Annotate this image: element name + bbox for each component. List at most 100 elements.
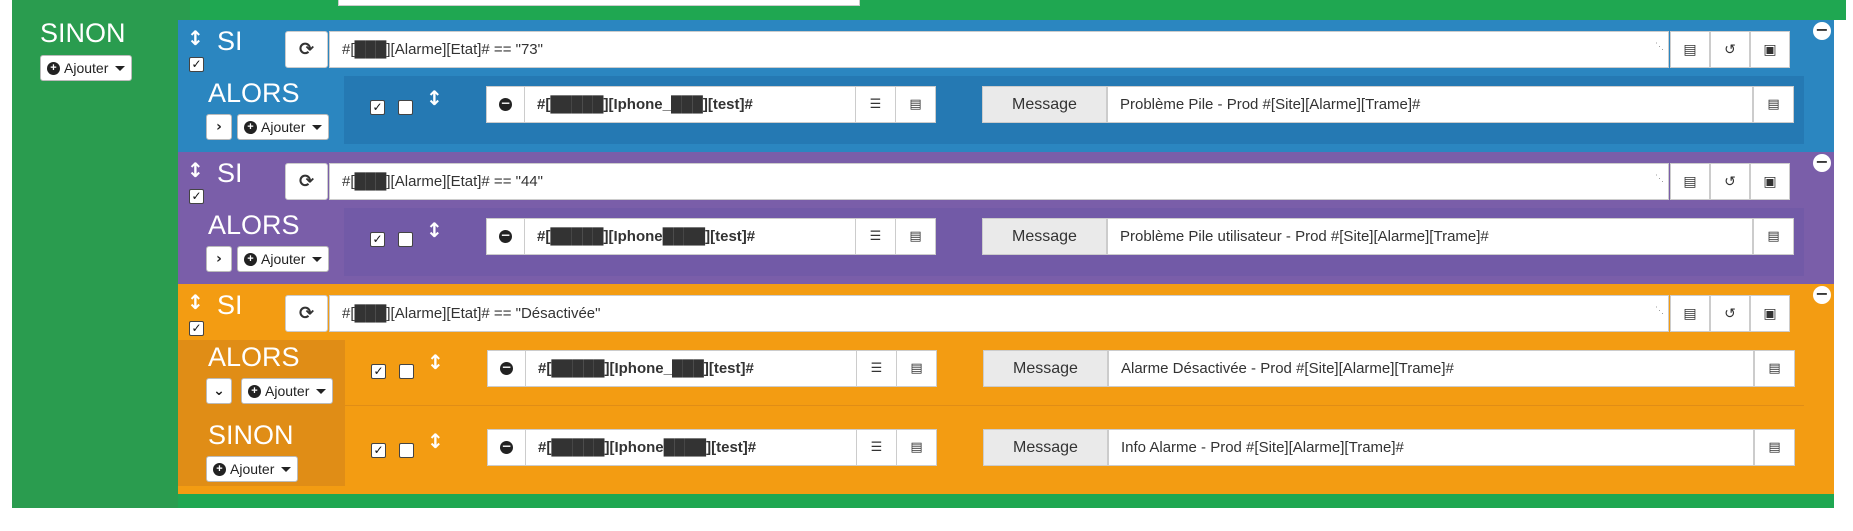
resize-grip-icon[interactable]: ⋱ xyxy=(1655,293,1664,328)
condition-enable-checkbox[interactable]: ✓ xyxy=(189,321,204,336)
minus-icon: − xyxy=(499,228,512,243)
command-field[interactable]: − #[█████][Iphone████][test]# ☰ ▤ xyxy=(487,429,937,466)
action-row: ✓ ↕ − #[█████][Iphone_███][test]# ☰ ▤ Me… xyxy=(344,76,1804,142)
refresh-button[interactable]: ⟳ xyxy=(285,295,328,332)
action-background-checkbox[interactable] xyxy=(399,443,414,458)
remove-action-button[interactable]: − xyxy=(488,351,526,386)
refresh-button[interactable]: ⟳ xyxy=(285,163,328,200)
plus-icon: + xyxy=(244,120,257,134)
list-icon[interactable]: ▤ xyxy=(896,430,936,465)
cube-icon[interactable]: ▣ xyxy=(1750,163,1790,200)
resize-grip-icon[interactable]: ⋱ xyxy=(1655,161,1664,196)
add-button[interactable]: + Ajouter xyxy=(237,114,330,140)
cube-icon[interactable]: ▣ xyxy=(1750,31,1790,68)
list-icon[interactable]: ▤ xyxy=(1753,218,1794,255)
history-icon[interactable]: ↺ xyxy=(1710,295,1750,332)
add-button[interactable]: + Ajouter xyxy=(237,246,330,272)
si-label: SI xyxy=(217,290,243,320)
remove-action-button[interactable]: − xyxy=(487,219,525,254)
action-enable-checkbox[interactable]: ✓ xyxy=(370,100,385,115)
resize-grip-icon[interactable]: ⋱ xyxy=(1655,29,1664,64)
action-row: ✓ ↕ − #[█████][Iphone████][test]# ☰ ▤ Me… xyxy=(345,419,1804,485)
action-enable-checkbox[interactable]: ✓ xyxy=(370,232,385,247)
bottom-strip xyxy=(178,494,1834,508)
alors-label: ALORS xyxy=(208,342,300,372)
minus-icon: − xyxy=(500,439,513,454)
list-icon[interactable]: ▤ xyxy=(896,351,936,386)
list-icon[interactable]: ▤ xyxy=(1753,86,1794,123)
caret-down-icon xyxy=(281,466,292,472)
config-icon[interactable]: ☰ xyxy=(856,351,896,386)
command-text: #[█████][Iphone████][test]# xyxy=(537,228,756,245)
add-label: Ajouter xyxy=(265,383,310,399)
condition-input[interactable]: #[███][Alarme][Etat]# == "73" ⋱ xyxy=(329,31,1669,68)
alors-sinon-actions: ✓ ↕ − #[█████][Iphone_███][test]# ☰ ▤ Me… xyxy=(344,340,1804,486)
move-icon[interactable]: ↕ xyxy=(187,26,204,50)
condition-enable-checkbox[interactable]: ✓ xyxy=(189,189,204,204)
command-text: #[█████][Iphone_███][test]# xyxy=(538,360,754,377)
command-field[interactable]: − #[█████][Iphone_███][test]# ☰ ▤ xyxy=(486,86,936,123)
alors-actions: ✓ ↕ − #[█████][Iphone████][test]# ☰ ▤ Me… xyxy=(344,208,1804,276)
sinon-label: SINON xyxy=(208,420,294,450)
config-icon[interactable]: ☰ xyxy=(856,430,896,465)
alors-label: ALORS xyxy=(208,78,300,108)
si-block: ↕ ✓ SI ⟳ #[███][Alarme][Etat]# == "Désac… xyxy=(178,284,1834,494)
message-input[interactable]: Problème Pile - Prod #[Site][Alarme][Tra… xyxy=(1107,86,1753,123)
add-button[interactable]: + Ajouter xyxy=(241,378,334,404)
list-icon[interactable]: ▤ xyxy=(1670,295,1710,332)
list-icon[interactable]: ▤ xyxy=(1670,163,1710,200)
condition-input[interactable]: #[███][Alarme][Etat]# == "Désactivée" ⋱ xyxy=(329,295,1669,332)
remove-block-icon[interactable]: − xyxy=(1813,154,1831,172)
move-icon[interactable]: ↕ xyxy=(426,218,443,242)
add-label: Ajouter xyxy=(261,119,306,135)
remove-action-button[interactable]: − xyxy=(487,87,525,122)
move-icon[interactable]: ↕ xyxy=(427,429,444,453)
expand-chevron-icon[interactable]: › xyxy=(206,114,232,140)
action-background-checkbox[interactable] xyxy=(398,232,413,247)
remove-block-icon[interactable]: − xyxy=(1813,286,1831,304)
plus-icon: + xyxy=(244,252,257,266)
collapse-chevron-icon[interactable]: ⌄ xyxy=(206,378,232,404)
move-icon[interactable]: ↕ xyxy=(426,86,443,110)
expand-chevron-icon[interactable]: › xyxy=(206,246,232,272)
message-input[interactable]: Alarme Désactivée - Prod #[Site][Alarme]… xyxy=(1108,350,1754,387)
condition-enable-checkbox[interactable]: ✓ xyxy=(189,57,204,72)
condition-input[interactable]: #[███][Alarme][Etat]# == "44" ⋱ xyxy=(329,163,1669,200)
move-icon[interactable]: ↕ xyxy=(427,350,444,374)
history-icon[interactable]: ↺ xyxy=(1710,163,1750,200)
command-field[interactable]: − #[█████][Iphone████][test]# ☰ ▤ xyxy=(486,218,936,255)
command-field[interactable]: − #[█████][Iphone_███][test]# ☰ ▤ xyxy=(487,350,937,387)
history-icon[interactable]: ↺ xyxy=(1710,31,1750,68)
caret-down-icon xyxy=(115,65,126,71)
list-icon[interactable]: ▤ xyxy=(895,87,935,122)
move-icon[interactable]: ↕ xyxy=(187,290,204,314)
list-icon[interactable]: ▤ xyxy=(1754,350,1795,387)
message-input[interactable]: Problème Pile utilisateur - Prod #[Site]… xyxy=(1107,218,1753,255)
list-icon[interactable]: ▤ xyxy=(1670,31,1710,68)
plus-icon: + xyxy=(47,61,60,75)
action-background-checkbox[interactable] xyxy=(399,364,414,379)
outer-sinon: SINON + Ajouter xyxy=(40,18,133,81)
message-label: Message xyxy=(982,86,1107,123)
remove-action-button[interactable]: − xyxy=(488,430,526,465)
minus-icon: − xyxy=(500,360,513,375)
config-icon[interactable]: ☰ xyxy=(855,219,895,254)
add-button[interactable]: + Ajouter xyxy=(40,55,133,81)
config-icon[interactable]: ☰ xyxy=(855,87,895,122)
action-background-checkbox[interactable] xyxy=(398,100,413,115)
refresh-button[interactable]: ⟳ xyxy=(285,31,328,68)
message-input[interactable]: Info Alarme - Prod #[Site][Alarme][Trame… xyxy=(1108,429,1754,466)
add-button[interactable]: + Ajouter xyxy=(206,456,299,482)
caret-down-icon xyxy=(312,256,323,262)
list-icon[interactable]: ▤ xyxy=(895,219,935,254)
caret-down-icon xyxy=(316,388,327,394)
action-enable-checkbox[interactable]: ✓ xyxy=(371,443,386,458)
remove-block-icon[interactable]: − xyxy=(1813,22,1831,40)
message-label: Message xyxy=(983,429,1108,466)
alors-label: ALORS xyxy=(208,210,300,240)
move-icon[interactable]: ↕ xyxy=(187,158,204,182)
cube-icon[interactable]: ▣ xyxy=(1750,295,1790,332)
action-row: ✓ ↕ − #[█████][Iphone████][test]# ☰ ▤ Me… xyxy=(344,208,1804,274)
action-enable-checkbox[interactable]: ✓ xyxy=(371,364,386,379)
list-icon[interactable]: ▤ xyxy=(1754,429,1795,466)
